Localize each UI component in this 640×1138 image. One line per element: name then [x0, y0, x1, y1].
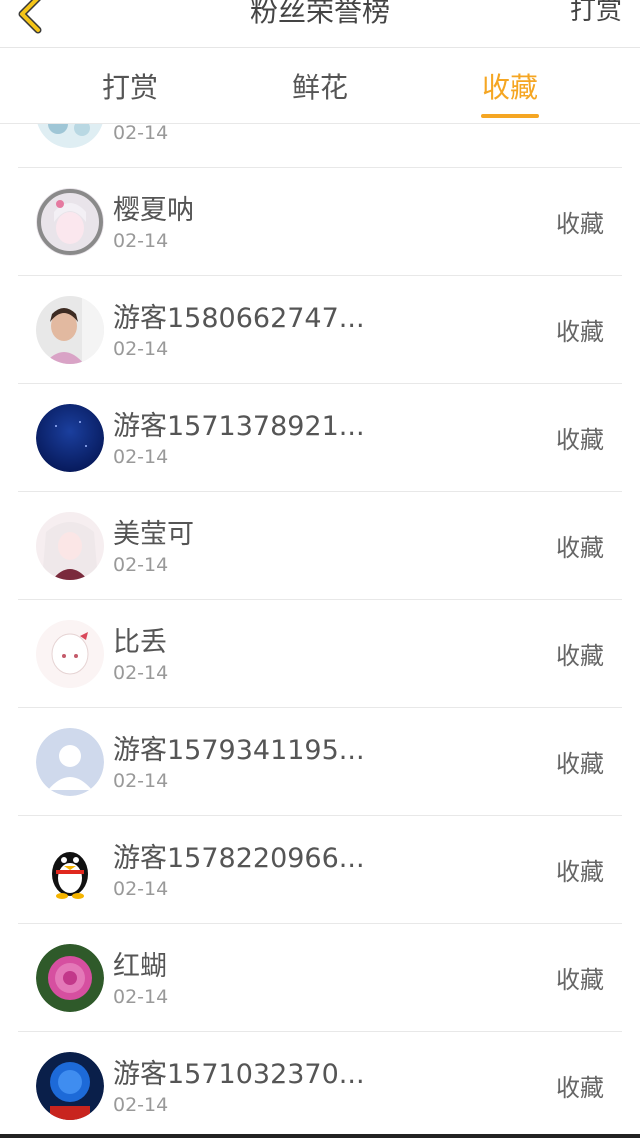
fan-list[interactable]: 02-14 樱夏呐 02-14 收藏 游客1580662747... 02-14… — [18, 124, 622, 1134]
list-item[interactable]: 游客1578220966... 02-14 收藏 — [18, 816, 622, 924]
list-item-name: 游客1578220966... — [113, 843, 365, 874]
anime-girl-avatar — [36, 512, 104, 580]
list-item-name: 游客1571378921... — [113, 411, 365, 442]
list-item-name: 游客1571032370... — [113, 1059, 365, 1090]
list-item-name: 红蝴 — [113, 951, 167, 982]
list-item-action: 收藏 — [556, 318, 604, 346]
list-item-name: 美莹可 — [113, 519, 194, 550]
chibi-avatar — [36, 620, 104, 688]
list-item[interactable]: 游客1571378921... 02-14 收藏 — [18, 384, 622, 492]
list-item-action: 收藏 — [556, 534, 604, 562]
list-item[interactable]: 游客1580662747... 02-14 收藏 — [18, 276, 622, 384]
list-item[interactable]: 游客1571032370... 02-14 收藏 — [18, 1032, 622, 1134]
list-item[interactable]: 比丢 02-14 收藏 — [18, 600, 622, 708]
list-item-date: 02-14 — [113, 554, 169, 576]
list-item[interactable]: 红蝴 02-14 收藏 — [18, 924, 622, 1032]
bottom-edge — [0, 1134, 640, 1138]
list-item-action: 收藏 — [556, 1074, 604, 1102]
tab-bar: 打赏 鲜花 收藏 — [0, 48, 640, 124]
list-item-date: 02-14 — [113, 230, 169, 252]
list-item[interactable]: 02-14 — [18, 124, 622, 168]
tab-label: 鲜花 — [291, 71, 348, 104]
list-item-date: 02-14 — [113, 124, 169, 144]
list-item-action: 收藏 — [556, 210, 604, 238]
list-item-name: 游客1579341195... — [113, 735, 365, 766]
list-item-date: 02-14 — [113, 338, 169, 360]
list-item-date: 02-14 — [113, 770, 169, 792]
avatar — [36, 124, 104, 148]
tab-flowers[interactable]: 鲜花 — [260, 48, 380, 124]
starry-sky-avatar — [36, 404, 104, 472]
list-item-date: 02-14 — [113, 986, 169, 1008]
list-item-action: 收藏 — [556, 426, 604, 454]
list-item-date: 02-14 — [113, 878, 169, 900]
active-tab-indicator — [481, 114, 539, 118]
list-item-date: 02-14 — [113, 1094, 169, 1116]
tab-label: 打赏 — [101, 71, 158, 104]
list-item-action: 收藏 — [556, 858, 604, 886]
tab-label: 收藏 — [481, 71, 538, 104]
child-photo-avatar — [36, 296, 104, 364]
list-item-date: 02-14 — [113, 662, 169, 684]
tab-favorites[interactable]: 收藏 — [450, 48, 570, 124]
list-item-action: 收藏 — [556, 642, 604, 670]
blue-rose-avatar — [36, 1052, 104, 1120]
tab-tip[interactable]: 打赏 — [70, 48, 190, 124]
list-item-name: 游客1580662747... — [113, 303, 365, 334]
list-item-date: 02-14 — [113, 446, 169, 468]
anime-girl-avatar — [36, 188, 104, 256]
list-item[interactable]: 樱夏呐 02-14 收藏 — [18, 168, 622, 276]
list-item-action: 收藏 — [556, 750, 604, 778]
list-item-action: 收藏 — [556, 966, 604, 994]
list-item[interactable]: 美莹可 02-14 收藏 — [18, 492, 622, 600]
list-item-name: 樱夏呐 — [113, 195, 194, 226]
pink-flower-avatar — [36, 944, 104, 1012]
tip-button[interactable]: 打赏 — [570, 0, 622, 27]
list-item[interactable]: 游客1579341195... 02-14 收藏 — [18, 708, 622, 816]
page-title: 粉丝荣誉榜 — [249, 0, 390, 28]
qq-penguin-avatar — [36, 836, 104, 904]
top-nav-bar: 粉丝荣誉榜 打赏 — [0, 0, 640, 48]
list-item-name: 比丢 — [113, 627, 167, 658]
default-user-avatar — [36, 728, 104, 796]
